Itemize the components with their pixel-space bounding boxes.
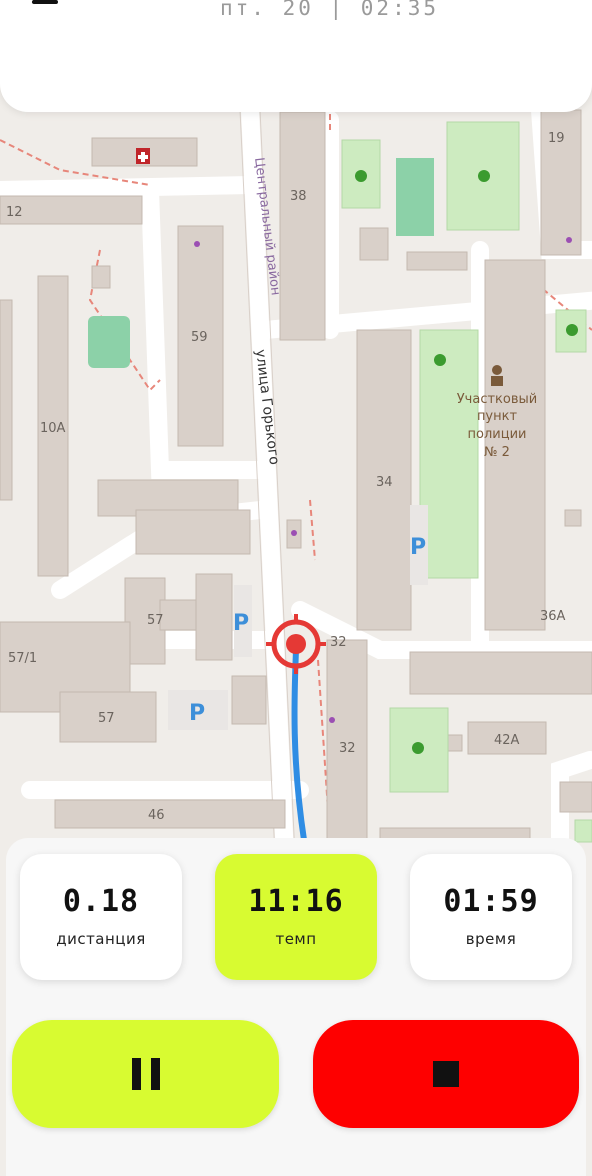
back-arrow-icon[interactable] bbox=[30, 0, 60, 12]
stop-icon bbox=[433, 1061, 459, 1087]
building-label: 10А bbox=[40, 421, 66, 436]
time-value: 01:59 bbox=[443, 884, 539, 919]
building-label: 32 bbox=[339, 741, 356, 756]
pace-card: 11:16 темп bbox=[215, 854, 377, 980]
building-label: 57 bbox=[98, 711, 115, 726]
building-label: 46 bbox=[148, 808, 165, 823]
distance-card: 0.18 дистанция bbox=[20, 854, 182, 980]
building-label: 38 bbox=[290, 189, 307, 204]
building-label: 57 bbox=[147, 613, 164, 628]
parking-icon: P bbox=[233, 611, 249, 636]
date-time-label: пт. 20 | 02:35 bbox=[220, 0, 440, 20]
police-label: № 2 bbox=[484, 445, 510, 460]
time-label: время bbox=[465, 930, 517, 948]
building-label: 59 bbox=[191, 330, 208, 345]
pace-value: 11:16 bbox=[248, 884, 344, 919]
building-label: 12 bbox=[6, 205, 23, 220]
pace-label: темп bbox=[275, 930, 317, 948]
time-card: 01:59 время bbox=[410, 854, 572, 980]
building-label: 42А bbox=[494, 733, 520, 748]
top-header: пт. 20 | 02:35 bbox=[0, 0, 592, 112]
hospital-icon bbox=[136, 148, 150, 164]
parking-icon: P bbox=[189, 701, 205, 726]
stop-button[interactable] bbox=[313, 1020, 579, 1128]
distance-label: дистанция bbox=[56, 930, 146, 948]
building-label: 32 bbox=[330, 635, 347, 650]
building-label: 34 bbox=[376, 475, 393, 490]
parking-icon: P bbox=[410, 535, 426, 560]
building-label: 19 bbox=[548, 131, 565, 146]
pause-button[interactable] bbox=[12, 1020, 279, 1128]
pause-icon bbox=[131, 1058, 160, 1090]
police-label: пункт bbox=[477, 409, 518, 424]
building-label: 36А bbox=[540, 609, 566, 624]
police-label: Участковый bbox=[457, 392, 537, 407]
police-label: полиции bbox=[468, 427, 527, 442]
distance-value: 0.18 bbox=[62, 884, 140, 919]
building-label: 57/1 bbox=[8, 651, 37, 666]
